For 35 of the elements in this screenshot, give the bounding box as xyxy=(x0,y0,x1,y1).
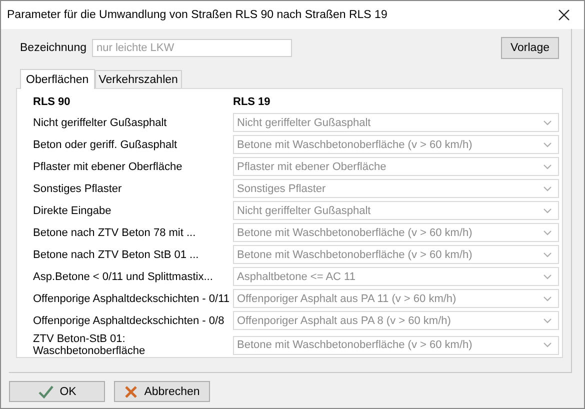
chevron-down-icon xyxy=(543,164,552,170)
row-label: Direkte Eingabe xyxy=(33,204,112,216)
chevron-down-icon xyxy=(543,318,552,324)
chevron-down-icon xyxy=(543,296,552,302)
chevron-down-icon xyxy=(543,252,552,258)
chevron-down-icon xyxy=(543,142,552,148)
chevron-down-icon xyxy=(543,342,552,348)
row-label: Offenporige Asphaltdeckschichten - 0/8 xyxy=(33,314,226,326)
tab[interactable]: Oberflächen xyxy=(20,69,95,89)
column-header: RLS 90 xyxy=(33,96,72,110)
chevron-down-icon xyxy=(543,274,552,280)
chevron-down-icon xyxy=(543,230,552,236)
row-label: Sonstiges Pflaster xyxy=(33,182,123,194)
chevron-down-icon xyxy=(543,186,552,192)
row-label: ZTV Beton-StB 01: Waschbetonoberfläche xyxy=(33,333,146,357)
name-field[interactable]: nur leichte LKW xyxy=(92,39,292,57)
row-label: Nicht geriffelter Gußasphalt xyxy=(33,116,168,128)
close-icon xyxy=(558,9,570,21)
row-label: Asp.Betone < 0/11 und Splittmastix... xyxy=(33,270,214,282)
check-icon xyxy=(38,384,54,398)
field-label: Bezeichnung xyxy=(20,42,86,54)
ok-button[interactable]: OK xyxy=(9,381,105,402)
row-label: Betone nach ZTV Beton 78 mit ... xyxy=(33,226,197,238)
chevron-down-icon xyxy=(543,120,552,126)
cross-icon xyxy=(124,384,138,398)
row-label: Offenporige Asphaltdeckschichten - 0/11 xyxy=(33,292,230,304)
chevron-down-icon xyxy=(543,208,552,214)
window-title: Parameter für die Umwandlung von Straßen RLS 90 nach Straßen RLS 19 xyxy=(7,9,388,21)
column-header: RLS 19 xyxy=(233,96,272,110)
row-label: Beton oder geriff. Gußasphalt xyxy=(33,138,178,150)
row-label: Betone nach ZTV Beton StB 01 ... xyxy=(33,248,200,260)
tab[interactable]: Verkehrszahlen xyxy=(94,70,182,88)
row-label: Pflaster mit ebener Oberfläche xyxy=(33,160,184,172)
template-button[interactable]: Vorlage xyxy=(501,37,559,59)
cancel-button[interactable]: Abbrechen xyxy=(114,381,210,402)
